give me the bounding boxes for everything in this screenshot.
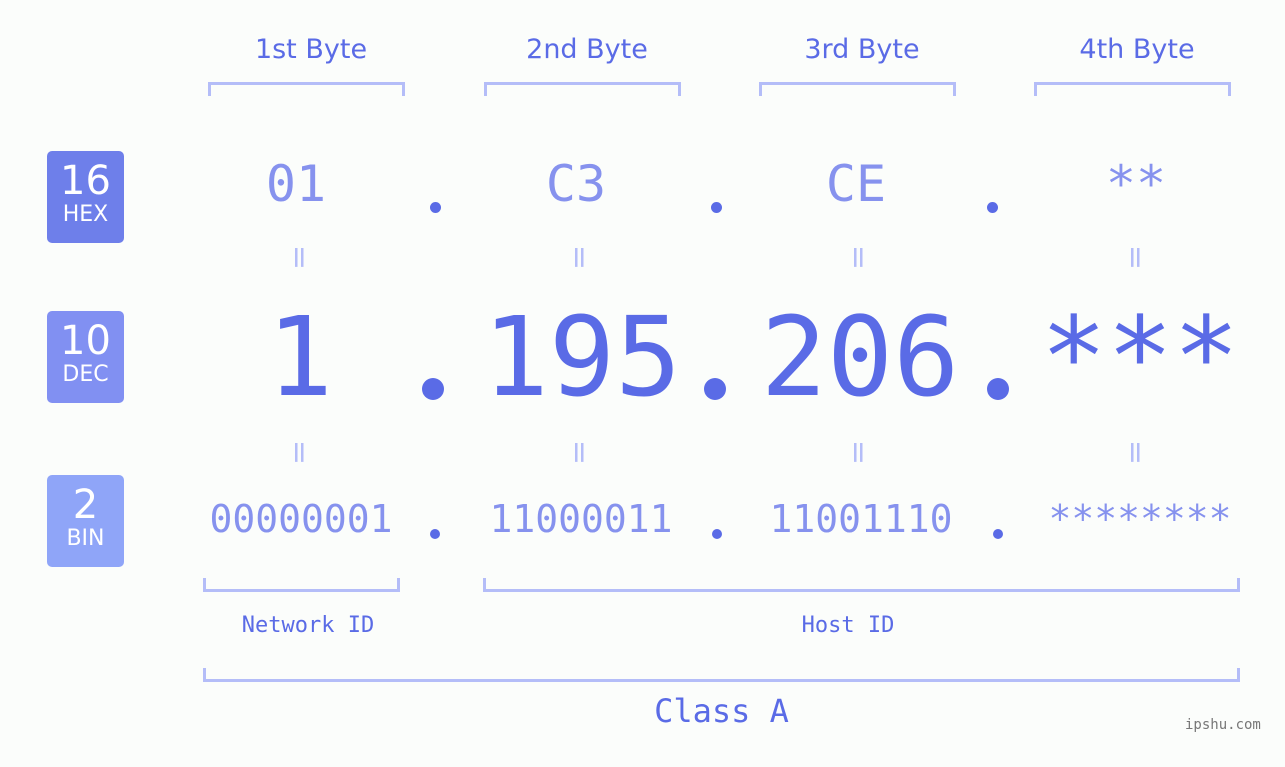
hex-value-1: 01 — [265, 155, 327, 213]
host-id-bracket — [483, 578, 1240, 592]
byte-label-1: 1st Byte — [254, 34, 368, 65]
hex-badge-unit: HEX — [62, 202, 109, 227]
bin-badge: 2 BIN — [47, 475, 124, 567]
bin-value-3: 11001110 — [769, 497, 953, 541]
hex-dot-separator — [430, 202, 441, 213]
equals-sign: = — [839, 435, 879, 470]
bin-value-2: 11000011 — [489, 497, 673, 541]
equals-sign: = — [1116, 240, 1156, 275]
byte-bracket-4 — [1034, 82, 1231, 96]
equals-glyph: = — [562, 244, 598, 271]
equals-sign: = — [1116, 435, 1156, 470]
byte-label-2: 2nd Byte — [526, 34, 648, 65]
hex-value-2: C3 — [545, 155, 607, 213]
dec-badge: 10 DEC — [47, 311, 124, 403]
bin-dot-separator — [430, 529, 440, 539]
bin-dot-separator — [712, 529, 722, 539]
hex-dot-separator — [987, 202, 998, 213]
byte-bracket-2 — [484, 82, 681, 96]
equals-sign: = — [280, 240, 320, 275]
dec-dot-separator — [422, 378, 444, 400]
watermark: ipshu.com — [1185, 717, 1261, 733]
equals-glyph: = — [841, 244, 877, 271]
dec-dot-separator — [704, 378, 726, 400]
equals-glyph: = — [282, 244, 318, 271]
hex-badge-number: 16 — [60, 158, 111, 204]
hex-dot-separator — [711, 202, 722, 213]
dec-value-4: *** — [1040, 293, 1240, 421]
dec-value-1: 1 — [266, 293, 334, 421]
host-id-label: Host ID — [801, 613, 895, 638]
byte-label-4: 4th Byte — [1079, 34, 1195, 65]
equals-sign: = — [560, 435, 600, 470]
equals-glyph: = — [562, 439, 598, 466]
hex-value-3: CE — [825, 155, 887, 213]
dec-value-3: 206 — [760, 293, 960, 421]
dec-badge-unit: DEC — [62, 362, 109, 387]
hex-badge: 16 HEX — [47, 151, 124, 243]
equals-sign: = — [560, 240, 600, 275]
bin-value-4: ******** — [1048, 497, 1232, 541]
equals-glyph: = — [1118, 244, 1154, 271]
bin-dot-separator — [993, 529, 1003, 539]
class-label: Class A — [654, 692, 789, 730]
equals-glyph: = — [841, 439, 877, 466]
byte-bracket-1 — [208, 82, 405, 96]
bin-badge-number: 2 — [72, 482, 99, 528]
bin-value-1: 00000001 — [209, 497, 393, 541]
equals-glyph: = — [1118, 439, 1154, 466]
equals-sign: = — [280, 435, 320, 470]
network-id-label: Network ID — [241, 613, 375, 638]
hex-value-4: ** — [1105, 155, 1167, 213]
class-bracket — [203, 668, 1240, 682]
byte-bracket-3 — [759, 82, 956, 96]
equals-glyph: = — [282, 439, 318, 466]
dec-value-2: 195 — [482, 293, 682, 421]
bin-badge-unit: BIN — [66, 526, 105, 551]
network-id-bracket — [203, 578, 400, 592]
dec-dot-separator — [987, 378, 1009, 400]
byte-label-3: 3rd Byte — [804, 34, 920, 65]
dec-badge-number: 10 — [60, 318, 111, 364]
equals-sign: = — [839, 240, 879, 275]
